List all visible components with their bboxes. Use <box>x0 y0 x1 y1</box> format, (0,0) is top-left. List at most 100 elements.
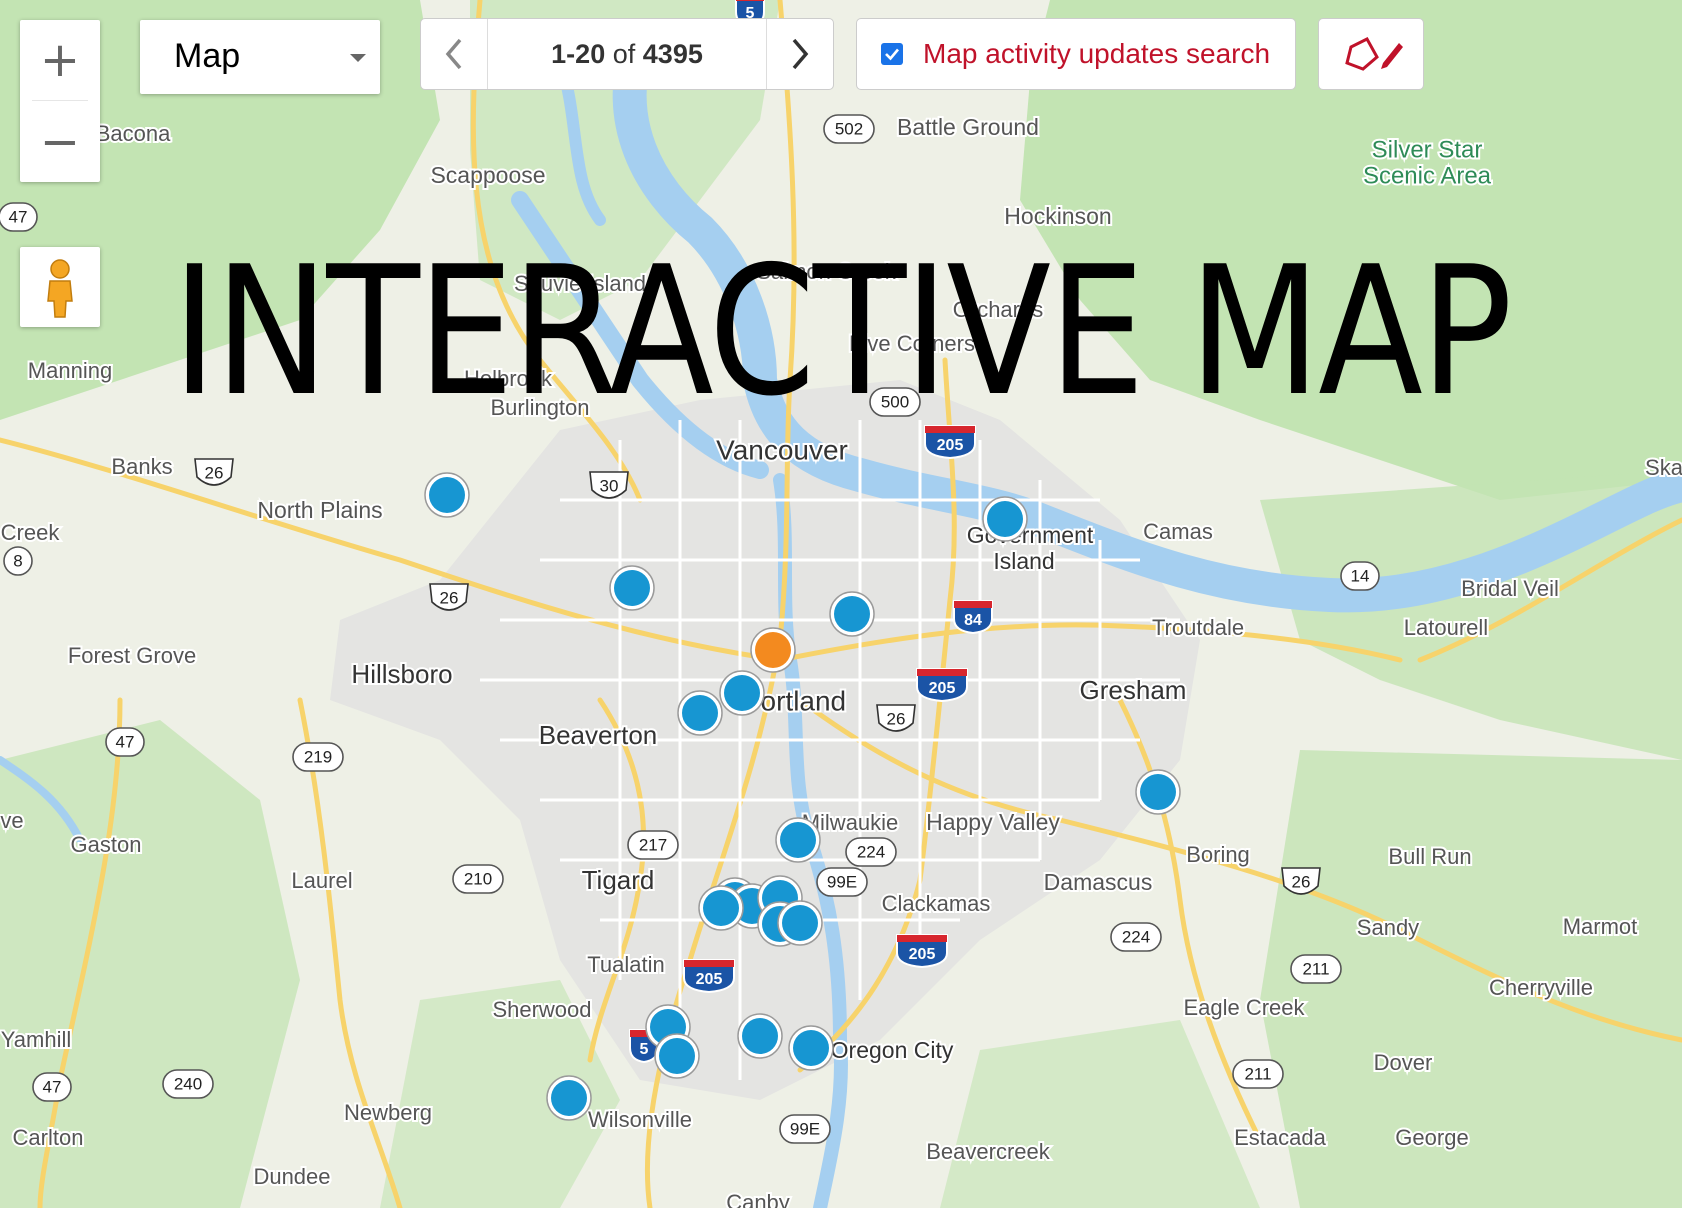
route-shield: 99E <box>816 867 868 897</box>
map-canvas[interactable]: BaconaScappooseBattle GroundSilver StarS… <box>0 0 1682 1208</box>
listing-marker[interactable] <box>777 900 823 946</box>
place-label: Happy Valley <box>926 809 1060 835</box>
route-shield: 47 <box>32 1072 72 1102</box>
shield-number: 84 <box>964 612 982 629</box>
map-pin-icon <box>755 632 791 668</box>
place-label: Sherwood <box>492 997 591 1022</box>
shield-number: 26 <box>1292 872 1311 891</box>
place-label: Wilsonville <box>588 1107 692 1132</box>
route-shield: 502 <box>823 114 875 144</box>
shield-number: 5 <box>640 1041 649 1058</box>
route-shield: 224 <box>1110 922 1162 952</box>
place-label: Oregon City <box>831 1037 954 1063</box>
place-label: Camas <box>1143 519 1213 544</box>
interstate-band <box>736 0 764 1</box>
place-label: Tualatin <box>587 952 664 977</box>
place-label: Boring <box>1186 842 1250 867</box>
place-label: Dover <box>1374 1050 1433 1075</box>
activity-checkbox[interactable] <box>881 43 903 65</box>
shield-number: 26 <box>205 463 224 482</box>
place-label: Island <box>993 548 1054 574</box>
place-label: Estacada <box>1234 1125 1326 1150</box>
route-shield: 8 <box>3 546 33 576</box>
listing-marker[interactable] <box>424 472 470 518</box>
shield-number: 47 <box>116 732 135 751</box>
place-label: Carlton <box>13 1125 84 1150</box>
listing-marker[interactable] <box>788 1025 834 1071</box>
result-count: 1-20 of 4395 <box>487 19 767 89</box>
listing-marker[interactable] <box>982 496 1028 542</box>
place-label: Hillsboro <box>351 659 452 689</box>
route-shield: 14 <box>1340 561 1380 591</box>
draw-area-button[interactable] <box>1318 18 1424 90</box>
map-pin-icon <box>780 822 816 858</box>
shield-number: 211 <box>1244 1064 1271 1083</box>
place-label: Bull Run <box>1388 844 1471 869</box>
zoom-in-button[interactable]: + <box>20 20 100 100</box>
listing-marker[interactable] <box>750 627 796 673</box>
interstate-band <box>684 960 734 967</box>
shield-number: 205 <box>937 437 964 454</box>
listing-marker[interactable] <box>677 690 723 736</box>
listing-marker[interactable] <box>546 1075 592 1121</box>
chevron-down-icon <box>350 54 366 62</box>
place-label: Manning <box>28 358 112 383</box>
listing-marker[interactable] <box>737 1013 783 1059</box>
place-label: Cherryville <box>1489 975 1593 1000</box>
place-label: Troutdale <box>1152 615 1244 640</box>
place-label: Canby <box>726 1190 790 1208</box>
map-pin-icon <box>659 1038 695 1074</box>
route-shield: 210 <box>452 864 504 894</box>
pegman-icon <box>47 259 73 318</box>
listing-marker[interactable] <box>609 565 655 611</box>
place-label: Bacona <box>96 121 171 146</box>
place-label: Hockinson <box>1004 203 1111 229</box>
route-shield: 84 <box>953 600 993 635</box>
route-shield: 47 <box>0 202 38 232</box>
listing-marker[interactable] <box>775 817 821 863</box>
zoom-out-button[interactable]: − <box>20 102 100 182</box>
route-shield: 47 <box>105 727 145 757</box>
interstate-band <box>917 669 967 676</box>
place-label: Dundee <box>253 1164 330 1189</box>
shield-number: 210 <box>464 869 492 888</box>
polygon-draw-icon <box>1345 37 1403 71</box>
range-end: 20 <box>575 38 606 69</box>
place-label: Battle Ground <box>897 114 1039 140</box>
place-label: Ska <box>1645 455 1682 480</box>
place-label: ve <box>0 808 23 833</box>
place-label: Scenic Area <box>1363 162 1492 189</box>
place-label: Scappoose <box>430 162 545 188</box>
listing-marker[interactable] <box>829 591 875 637</box>
map-type-dropdown[interactable]: Map <box>140 20 380 94</box>
place-label: Sandy <box>1357 915 1419 940</box>
place-label: Forest Grove <box>68 643 196 668</box>
next-page-button[interactable] <box>766 19 833 89</box>
shield-number: 14 <box>1351 566 1370 585</box>
listing-marker[interactable] <box>719 670 765 716</box>
shield-number: 211 <box>1302 959 1329 978</box>
route-shield: 205 <box>683 959 735 994</box>
interstate-band <box>954 601 992 608</box>
map-pin-icon <box>742 1018 778 1054</box>
map-activity-toggle[interactable]: Map activity updates search <box>856 18 1296 90</box>
street-view-button[interactable] <box>20 247 100 327</box>
shield-number: 47 <box>43 1077 62 1096</box>
listing-marker[interactable] <box>654 1033 700 1079</box>
route-shield: 224 <box>845 837 897 867</box>
previous-page-button[interactable] <box>421 19 488 89</box>
place-label: Banks <box>111 454 172 479</box>
route-shield: 219 <box>292 742 344 772</box>
interstate-band <box>897 935 947 942</box>
range-start: 1 <box>551 38 567 69</box>
shield-number: 8 <box>13 551 22 570</box>
place-label: Gaston <box>71 832 142 857</box>
place-label: Silver Star <box>1372 136 1483 163</box>
shield-number: 30 <box>600 476 619 495</box>
listing-marker[interactable] <box>1135 769 1181 815</box>
route-shield: 211 <box>1290 954 1342 984</box>
map-type-label: Map <box>174 37 241 75</box>
route-shield: 217 <box>627 830 679 860</box>
map-pin-icon <box>614 570 650 606</box>
listing-marker[interactable] <box>698 885 744 931</box>
